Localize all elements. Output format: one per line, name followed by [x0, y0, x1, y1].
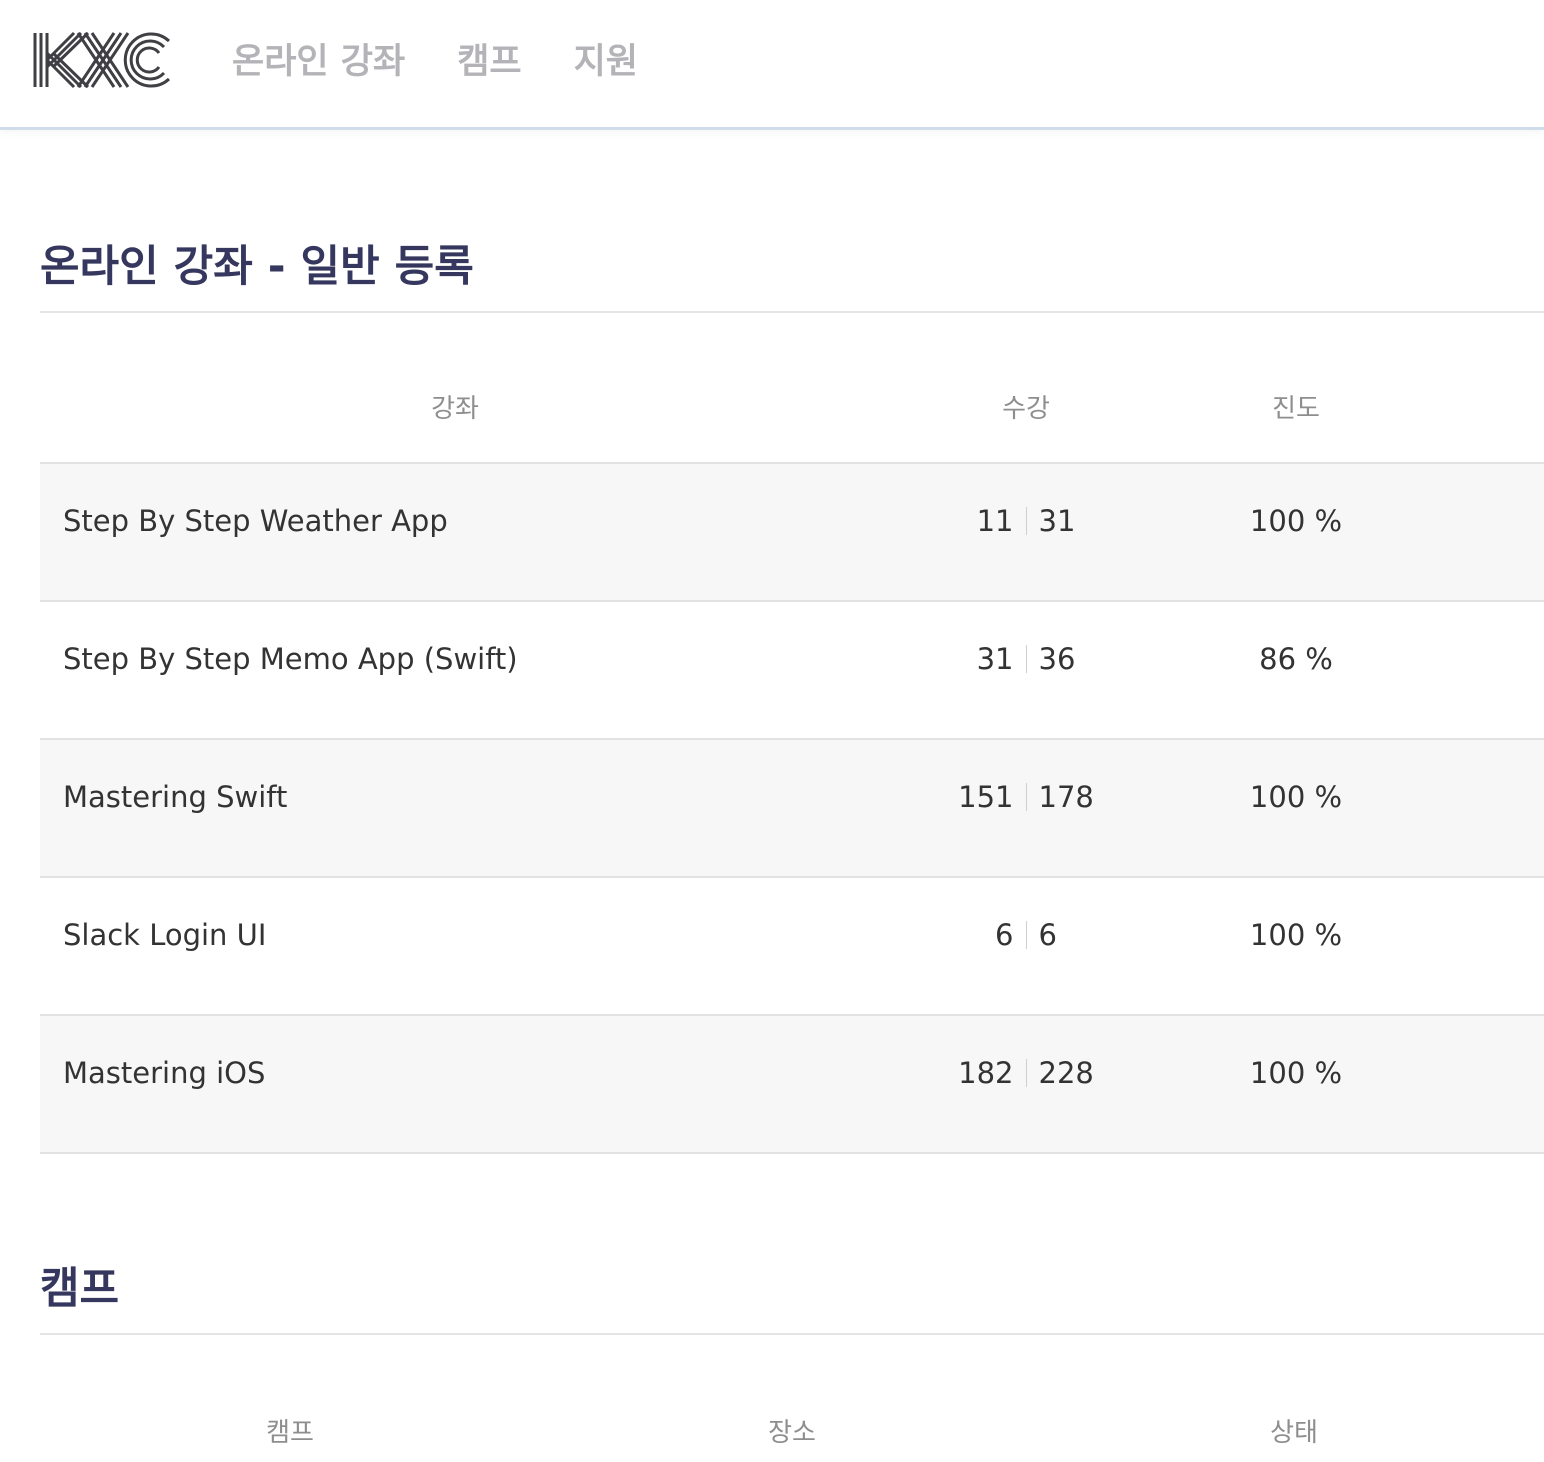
course-title[interactable]: Mastering Swift [63, 780, 287, 814]
course-lessons: 66 [806, 918, 1246, 952]
column-header-course: 강좌 [431, 394, 479, 424]
lessons-total: 31 [1038, 504, 1076, 538]
course-lessons: 11 31 [806, 504, 1246, 538]
course-lessons: 151 178 [806, 780, 1246, 814]
column-header-location: 장소 [768, 1418, 816, 1448]
lessons-completed: 11 [976, 504, 1014, 538]
course-lessons: 182 228 [806, 1056, 1246, 1090]
lessons-completed: 31 [976, 642, 1014, 676]
course-row[interactable]: Step By Step Memo App (Swift) 31 36 86 % [40, 602, 1544, 740]
camps-section-title: 캠프 [40, 1264, 120, 1314]
course-progress: 100 % [1249, 780, 1343, 814]
kxc-logo[interactable] [32, 30, 172, 90]
courses-table: 강좌 수강 진도 Step By Step Weather App 11 31 1… [40, 344, 1544, 1154]
lessons-completed: 151 [958, 780, 1014, 814]
nav-camps[interactable]: 캠프 [457, 33, 521, 84]
lessons-separator [1025, 783, 1027, 811]
column-header-lessons: 수강 [1002, 394, 1050, 424]
course-title[interactable]: Step By Step Memo App (Swift) [63, 642, 518, 676]
course-progress: 100 % [1249, 504, 1343, 538]
lessons-total: 36 [1038, 642, 1076, 676]
lessons-completed: 182 [958, 1056, 1014, 1090]
course-row[interactable]: Slack Login UI 66 100 % [40, 878, 1544, 1016]
kxc-logo-icon [33, 31, 171, 89]
nav-support[interactable]: 지원 [574, 33, 638, 84]
course-progress: 100 % [1249, 918, 1343, 952]
course-row[interactable]: Step By Step Weather App 11 31 100 % [40, 464, 1544, 602]
column-header-camp: 캠프 [266, 1418, 314, 1448]
top-navigation-bar: 온라인 강좌 캠프 지원 [0, 0, 1544, 130]
course-progress: 100 % [1249, 1056, 1343, 1090]
lessons-total: 6 [1038, 918, 1057, 952]
course-title[interactable]: Slack Login UI [63, 918, 266, 952]
course-title[interactable]: Step By Step Weather App [63, 504, 448, 538]
courses-title-divider [40, 311, 1544, 313]
lessons-separator [1025, 921, 1027, 949]
main-nav: 온라인 강좌 캠프 지원 [232, 36, 690, 82]
course-row[interactable]: Mastering iOS 182 228 100 % [40, 1016, 1544, 1154]
course-lessons: 31 36 [806, 642, 1246, 676]
course-title[interactable]: Mastering iOS [63, 1056, 265, 1090]
lessons-total: 228 [1038, 1056, 1094, 1090]
nav-online-courses[interactable]: 온라인 강좌 [232, 33, 405, 84]
camps-title-divider [40, 1333, 1544, 1335]
lessons-separator [1025, 645, 1027, 673]
courses-section-title: 온라인 강좌 - 일반 등록 [40, 242, 474, 292]
course-progress: 86 % [1259, 642, 1333, 676]
lessons-total: 178 [1038, 780, 1094, 814]
camps-table-header: 캠프 장소 상태 [40, 1380, 1544, 1462]
courses-table-header: 강좌 수강 진도 [40, 344, 1544, 464]
course-row[interactable]: Mastering Swift 151 178 100 % [40, 740, 1544, 878]
column-header-status: 상태 [1270, 1418, 1318, 1448]
lessons-separator [1025, 1059, 1027, 1087]
column-header-progress: 진도 [1272, 394, 1320, 424]
lessons-separator [1025, 507, 1027, 535]
lessons-completed: 6 [995, 918, 1014, 952]
